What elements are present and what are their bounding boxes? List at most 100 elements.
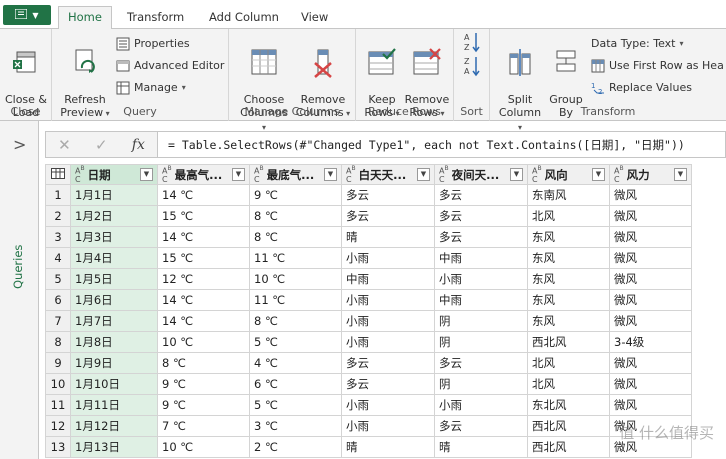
table-cell[interactable]: 1月9日 [70, 352, 158, 374]
use-first-row-button[interactable]: Use First Row as Hea [591, 57, 724, 75]
text-type-icon[interactable]: AB C [254, 166, 264, 184]
table-cell[interactable]: 北风 [527, 352, 610, 374]
table-cell[interactable]: 11 ℃ [249, 247, 342, 269]
table-row[interactable]: 13 1月13日 10 ℃ 2 ℃ 晴晴西北风 微风 [45, 436, 692, 458]
table-cell[interactable]: 西北风 [527, 436, 610, 458]
table-cell[interactable]: 微风 [609, 289, 692, 311]
table-cell[interactable]: 1月7日 [70, 310, 158, 332]
row-number[interactable]: 9 [45, 352, 71, 374]
table-cell[interactable]: 东风 [527, 247, 610, 269]
table-cell[interactable]: 北风 [527, 373, 610, 395]
table-cell[interactable]: 小雨 [341, 331, 435, 353]
expand-queries-icon[interactable]: > [13, 135, 26, 154]
table-cell[interactable]: 西北风 [527, 415, 610, 437]
cancel-icon[interactable]: ✕ [58, 136, 71, 154]
table-cell[interactable]: 14 ℃ [157, 310, 250, 332]
table-cell[interactable]: 14 ℃ [157, 289, 250, 311]
table-cell[interactable]: 1月1日 [70, 184, 158, 206]
table-cell[interactable]: 7 ℃ [157, 415, 250, 437]
row-number[interactable]: 5 [45, 268, 71, 290]
table-cell[interactable]: 阴 [434, 331, 528, 353]
column-header[interactable]: AB C 风向 ▼ [527, 164, 610, 185]
advanced-editor-button[interactable]: Advanced Editor [116, 57, 224, 75]
table-cell[interactable]: 微风 [609, 310, 692, 332]
text-type-icon[interactable]: AB C [614, 166, 624, 184]
table-cell[interactable]: 小雨 [341, 289, 435, 311]
table-cell[interactable]: 晴 [341, 436, 435, 458]
text-type-icon[interactable]: AB C [439, 166, 449, 184]
table-cell[interactable]: 10 ℃ [157, 331, 250, 353]
row-number[interactable]: 13 [45, 436, 71, 458]
table-cell[interactable]: 西北风 [527, 331, 610, 353]
table-cell[interactable]: 1月10日 [70, 373, 158, 395]
chevron-down-icon[interactable]: ▼ [232, 168, 245, 181]
choose-columns-button[interactable]: Choose Columns ▾ [237, 33, 291, 134]
formula-input[interactable]: = Table.SelectRows(#"Changed Type1", eac… [168, 137, 685, 153]
table-cell[interactable]: 5 ℃ [249, 331, 342, 353]
table-cell[interactable]: 阴 [434, 310, 528, 332]
table-cell[interactable]: 微风 [609, 184, 692, 206]
table-cell[interactable]: 2 ℃ [249, 436, 342, 458]
table-cell[interactable]: 14 ℃ [157, 226, 250, 248]
table-cell[interactable]: 微风 [609, 373, 692, 395]
table-cell[interactable]: 1月5日 [70, 268, 158, 290]
table-cell[interactable]: 东风 [527, 289, 610, 311]
text-type-icon[interactable]: AB C [532, 166, 542, 184]
table-cell[interactable]: 多云 [341, 184, 435, 206]
chevron-down-icon[interactable]: ▼ [417, 168, 430, 181]
table-row[interactable]: 7 1月7日 14 ℃ 8 ℃ 小雨阴东风 微风 [45, 310, 692, 332]
row-number[interactable]: 8 [45, 331, 71, 353]
table-cell[interactable]: 多云 [341, 205, 435, 227]
table-cell[interactable]: 10 ℃ [249, 268, 342, 290]
fx-icon[interactable]: fx [132, 137, 145, 153]
table-cell[interactable]: 5 ℃ [249, 394, 342, 416]
row-number[interactable]: 11 [45, 394, 71, 416]
table-cell[interactable]: 1月6日 [70, 289, 158, 311]
table-cell[interactable]: 晴 [434, 436, 528, 458]
table-cell[interactable]: 3-4级 [609, 331, 692, 353]
table-cell[interactable]: 1月8日 [70, 331, 158, 353]
table-cell[interactable]: 1月12日 [70, 415, 158, 437]
table-cell[interactable]: 东风 [527, 310, 610, 332]
table-cell[interactable]: 微风 [609, 352, 692, 374]
table-cell[interactable]: 15 ℃ [157, 247, 250, 269]
table-cell[interactable]: 多云 [434, 184, 528, 206]
table-cell[interactable]: 1月4日 [70, 247, 158, 269]
table-cell[interactable]: 中雨 [434, 289, 528, 311]
table-cell[interactable]: 多云 [341, 373, 435, 395]
table-cell[interactable]: 1月2日 [70, 205, 158, 227]
text-type-icon[interactable]: AB C [75, 166, 85, 184]
column-header[interactable]: AB C 日期 ▼ [70, 164, 158, 185]
table-cell[interactable]: 小雨 [434, 268, 528, 290]
table-cell[interactable]: 8 ℃ [249, 205, 342, 227]
confirm-icon[interactable]: ✓ [95, 136, 108, 154]
table-cell[interactable]: 多云 [341, 352, 435, 374]
filter-icon[interactable]: ▼ [140, 168, 153, 181]
table-cell[interactable]: 阴 [434, 373, 528, 395]
table-cell[interactable]: 小雨 [341, 247, 435, 269]
column-header[interactable]: AB C 最底气... ▼ [249, 164, 342, 185]
table-cell[interactable]: 9 ℃ [157, 373, 250, 395]
chevron-down-icon[interactable]: ▼ [592, 168, 605, 181]
table-cell[interactable]: 微风 [609, 205, 692, 227]
table-cell[interactable]: 12 ℃ [157, 268, 250, 290]
table-cell[interactable]: 1月11日 [70, 394, 158, 416]
table-row[interactable]: 1 1月1日 14 ℃ 9 ℃ 多云 多云 东南风 微风 [45, 184, 692, 206]
text-type-icon[interactable]: AB C [346, 166, 356, 184]
table-cell[interactable]: 东风 [527, 226, 610, 248]
table-cell[interactable]: 1月13日 [70, 436, 158, 458]
table-cell[interactable]: 东风 [527, 268, 610, 290]
table-cell[interactable]: 4 ℃ [249, 352, 342, 374]
table-cell[interactable]: 中雨 [434, 247, 528, 269]
row-number[interactable]: 12 [45, 415, 71, 437]
table-cell[interactable]: 8 ℃ [157, 352, 250, 374]
sort-ascending-button[interactable]: AZ [463, 33, 481, 53]
table-cell[interactable]: 8 ℃ [249, 226, 342, 248]
table-cell[interactable]: 微风 [609, 268, 692, 290]
chevron-down-icon[interactable]: ▼ [324, 168, 337, 181]
column-header[interactable]: AB C 最高气... ▼ [157, 164, 250, 185]
table-menu-button[interactable] [45, 164, 71, 185]
column-header[interactable]: AB C 夜间天... ▼ [434, 164, 528, 185]
table-row[interactable]: 10 1月10日 9 ℃ 6 ℃ 多云阴北风 微风 [45, 373, 692, 395]
table-cell[interactable]: 北风 [527, 205, 610, 227]
